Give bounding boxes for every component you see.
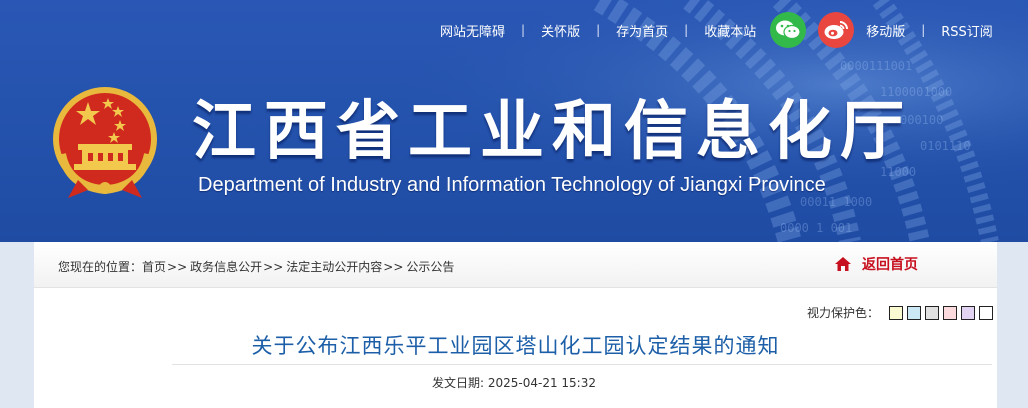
back-home-button[interactable]: 返回首页	[834, 254, 918, 274]
bookmark-link[interactable]: 收藏本站	[704, 21, 756, 40]
svg-text:0101110: 0101110	[920, 139, 971, 153]
care-mode-link[interactable]: 关怀版	[541, 21, 580, 40]
site-title-english: Department of Industry and Information T…	[198, 174, 826, 196]
article-area: 视力保护色： 关于公布江西乐平工业园区塔山化工园认定结果的通知 发文日期: 20…	[34, 288, 997, 408]
swatch-white[interactable]	[979, 305, 993, 320]
weibo-icon[interactable]	[818, 12, 855, 48]
breadcrumb-item-statutory[interactable]: 法定主动公开内容	[286, 260, 382, 274]
svg-text:00011 1000: 00011 1000	[800, 195, 872, 209]
accessibility-link[interactable]: 网站无障碍	[440, 21, 505, 40]
breadcrumb-item-home[interactable]: 首页	[142, 260, 166, 274]
separator: |	[521, 23, 526, 37]
mobile-version-link[interactable]: 移动版	[866, 21, 905, 40]
article-title: 关于公布江西乐平工业园区塔山化工园认定结果的通知	[251, 334, 780, 358]
swatch-yellow[interactable]	[889, 305, 903, 320]
eye-care-colors: 视力保护色：	[807, 304, 993, 321]
swatch-blue[interactable]	[907, 305, 921, 320]
breadcrumb-arrow: >>	[167, 260, 188, 274]
wechat-icon[interactable]	[770, 12, 807, 48]
breadcrumb-arrow: >>	[263, 260, 284, 274]
title-divider	[172, 364, 992, 365]
separator: |	[684, 23, 689, 37]
top-links: 网站无障碍 | 关怀版 | 存为首页 | 收藏本站 移动版 | RSS订阅	[440, 12, 993, 48]
svg-text:0000 1 001: 0000 1 001	[780, 221, 852, 235]
svg-text:0000111001: 0000111001	[840, 59, 912, 73]
separator: |	[596, 23, 601, 37]
breadcrumb-prefix: 您现在的位置：	[58, 260, 143, 274]
eye-care-label: 视力保护色：	[806, 306, 879, 320]
breadcrumb-arrow: >>	[383, 260, 404, 274]
site-title[interactable]: 江西省工业和信息化厅	[192, 92, 912, 172]
back-home-label: 返回首页	[862, 257, 918, 273]
swatch-gray[interactable]	[925, 305, 939, 320]
publish-date: 发文日期: 2025-04-21 15:32	[432, 376, 596, 390]
breadcrumb-bar: 您现在的位置：首页>> 政务信息公开>> 法定主动公开内容>> 公示公告 返回首页	[34, 243, 997, 288]
swatch-purple[interactable]	[961, 305, 975, 320]
rss-link[interactable]: RSS订阅	[941, 21, 993, 40]
separator: |	[921, 23, 926, 37]
set-homepage-link[interactable]: 存为首页	[616, 21, 668, 40]
breadcrumb: 您现在的位置：首页>> 政务信息公开>> 法定主动公开内容>> 公示公告	[58, 258, 454, 275]
home-icon	[835, 257, 851, 271]
header-banner: 0000111001 1100001000 000100 0101110 110…	[0, 0, 1028, 242]
national-emblem	[53, 87, 157, 198]
breadcrumb-item-notices[interactable]: 公示公告	[406, 260, 454, 274]
swatch-pink[interactable]	[943, 305, 957, 320]
breadcrumb-item-gov-info[interactable]: 政务信息公开	[190, 260, 262, 274]
